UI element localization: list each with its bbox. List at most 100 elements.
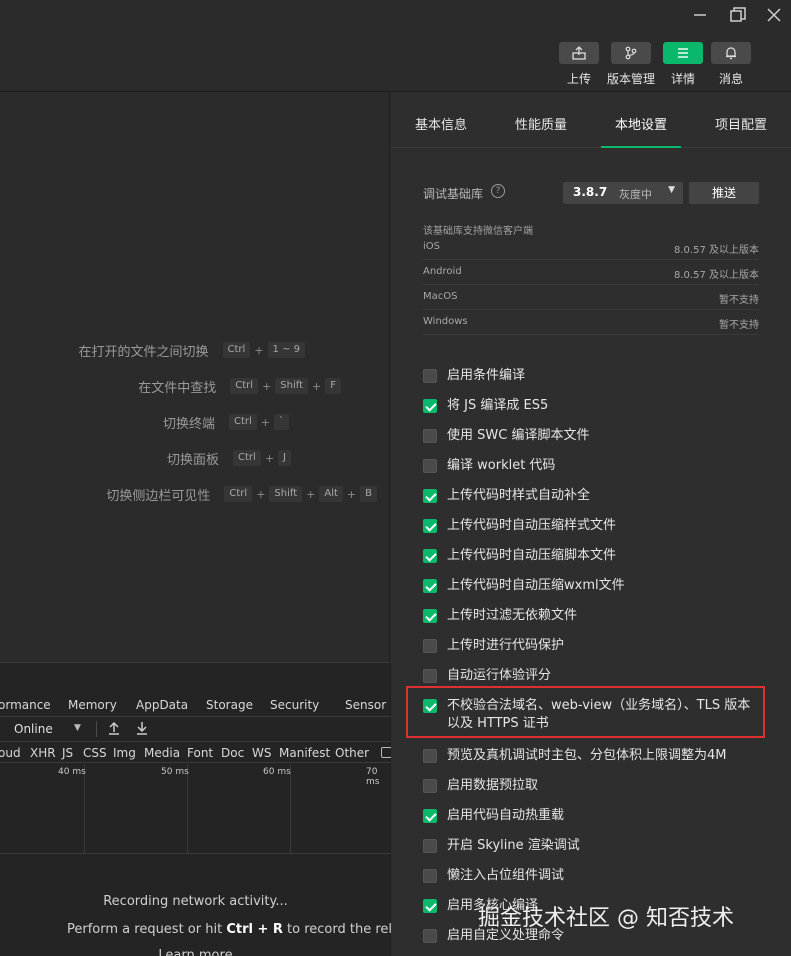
tab-sensor[interactable]: Sensor: [345, 698, 386, 712]
setting-label: 上传代码时自动压缩脚本文件: [447, 548, 617, 563]
key: J: [278, 450, 291, 466]
lib-version-select[interactable]: 3.8.7 灰度中 ▼: [563, 182, 683, 204]
filter-doc[interactable]: Doc: [221, 746, 244, 760]
setting-label: 使用 SWC 编译脚本文件: [447, 428, 590, 443]
platform-name: Windows: [423, 316, 468, 327]
close-icon[interactable]: [762, 4, 786, 26]
tab-performance-quality[interactable]: 性能质量: [515, 114, 567, 133]
debug-lib-label: 调试基础库: [423, 187, 484, 201]
setting-checkbox[interactable]: [423, 839, 437, 853]
shortcut-label: 切换侧边栏可见性: [106, 488, 211, 504]
timeline-tick: 60 ms: [263, 767, 291, 777]
details-panel: 基本信息 性能质量 本地设置 项目配置 调试基础库 ? 3.8.7 灰度中 ▼ …: [391, 92, 791, 956]
key: Ctrl: [228, 414, 257, 430]
setting-checkbox[interactable]: [423, 519, 437, 533]
setting-checkbox[interactable]: [423, 429, 437, 443]
chevron-down-icon: ▼: [668, 185, 675, 195]
chevron-down-icon[interactable]: ▼: [74, 723, 81, 733]
filter-js[interactable]: JS: [62, 746, 73, 760]
active-tab-indicator: [601, 146, 681, 148]
setting-checkbox[interactable]: [423, 869, 437, 883]
reload-shortcut: Ctrl + R: [226, 922, 283, 937]
tab-security[interactable]: Security: [270, 698, 319, 712]
setting-checkbox[interactable]: [423, 579, 437, 593]
setting-checkbox[interactable]: [423, 899, 437, 913]
throttle-select[interactable]: Online: [14, 722, 53, 736]
tab-local-settings[interactable]: 本地设置: [615, 114, 667, 133]
tab-basic-info[interactable]: 基本信息: [415, 114, 467, 133]
tab-storage[interactable]: Storage: [206, 698, 253, 712]
setting-label: 懒注入占位组件调试: [447, 868, 565, 883]
setting-checkbox[interactable]: [423, 459, 437, 473]
setting-label: 上传代码时样式自动补全: [447, 488, 591, 503]
setting-label: 启用数据预拉取: [447, 778, 539, 793]
filter-cloud[interactable]: oud: [0, 746, 21, 760]
setting-checkbox[interactable]: [423, 399, 437, 413]
setting-checkbox[interactable]: [423, 929, 437, 943]
platform-row: iOS 8.0.57 及以上版本: [423, 235, 759, 260]
setting-checkbox[interactable]: [423, 549, 437, 563]
setting-label: 开启 Skyline 渲染调试: [447, 838, 580, 853]
export-icon[interactable]: [136, 720, 148, 740]
version-management-label: 版本管理: [607, 72, 656, 86]
editor-welcome: 在打开的文件之间切换 Ctrl + 1 ~ 9 在文件中查找 Ctrl + Shif…: [0, 92, 390, 662]
tab-appdata[interactable]: AppData: [136, 698, 188, 712]
messages-button[interactable]: 消息: [707, 42, 755, 87]
tab-performance[interactable]: ormance: [0, 698, 51, 712]
setting-checkbox[interactable]: [423, 669, 437, 683]
setting-label: 上传代码时自动压缩样式文件: [447, 518, 617, 533]
platform-support: 8.0.57 及以上版本: [674, 245, 759, 256]
devtools-toolbar: Online ▼: [0, 718, 391, 742]
key: B: [360, 486, 377, 502]
filter-ws[interactable]: WS: [252, 746, 271, 760]
key: Ctrl: [233, 450, 261, 466]
platform-support: 暂不支持: [719, 320, 759, 331]
filter-img[interactable]: Img: [113, 746, 136, 760]
devtools-filters: oud XHR JS CSS Img Media Font Doc WS Man…: [0, 743, 392, 763]
setting-checkbox[interactable]: [423, 489, 437, 503]
setting-label: 启用条件编译: [447, 368, 526, 383]
key: `: [274, 414, 289, 430]
key: Alt: [319, 486, 343, 502]
restore-icon[interactable]: [726, 4, 750, 26]
setting-checkbox[interactable]: [423, 639, 437, 653]
timeline-tick: 70 ms: [366, 767, 380, 787]
setting-checkbox[interactable]: [423, 809, 437, 823]
minimize-icon[interactable]: [688, 4, 712, 26]
setting-label: 预览及真机调试时主包、分包体积上限调整为4M: [447, 748, 727, 763]
key: F: [325, 378, 341, 394]
lib-version: 3.8.7: [573, 185, 608, 199]
details-button[interactable]: 详情: [659, 42, 707, 87]
devtools-network: ormance Memory AppData Storage Security …: [0, 662, 416, 956]
setting-checkbox[interactable]: [423, 749, 437, 763]
setting-checkbox[interactable]: [423, 779, 437, 793]
filter-other[interactable]: Other: [335, 746, 369, 760]
setting-label: 编译 worklet 代码: [447, 458, 556, 473]
filter-manifest[interactable]: Manifest: [279, 746, 330, 760]
setting-checkbox[interactable]: [423, 369, 437, 383]
version-management-button[interactable]: 版本管理: [607, 42, 655, 87]
filter-font[interactable]: Font: [187, 746, 213, 760]
details-tabs: 基本信息 性能质量 本地设置 项目配置: [391, 92, 791, 148]
import-icon[interactable]: [108, 720, 120, 740]
filter-css[interactable]: CSS: [83, 746, 107, 760]
platform-name: Android: [423, 266, 462, 277]
upload-button[interactable]: 上传: [555, 42, 603, 87]
menu-icon: [663, 42, 703, 64]
setting-label: 将 JS 编译成 ES5: [447, 398, 549, 413]
timeline-tick: 50 ms: [161, 767, 189, 777]
push-button[interactable]: 推送: [689, 182, 759, 204]
debug-lib-row: 调试基础库 ? 3.8.7 灰度中 ▼ 推送: [423, 182, 759, 204]
filter-media[interactable]: Media: [144, 746, 180, 760]
filter-xhr[interactable]: XHR: [30, 746, 56, 760]
tab-project-config[interactable]: 项目配置: [715, 114, 767, 133]
tab-memory[interactable]: Memory: [68, 698, 117, 712]
top-toolbar: 上传 版本管理 详情 消息: [0, 30, 791, 92]
key: Shift: [275, 378, 309, 394]
branch-icon: [611, 42, 651, 64]
learn-more-link[interactable]: Learn more: [0, 948, 391, 956]
setting-checkbox[interactable]: [423, 609, 437, 623]
help-icon[interactable]: ?: [491, 184, 505, 198]
network-timeline: 40 ms 50 ms 60 ms 70 ms: [0, 764, 391, 854]
bell-icon: [711, 42, 751, 64]
